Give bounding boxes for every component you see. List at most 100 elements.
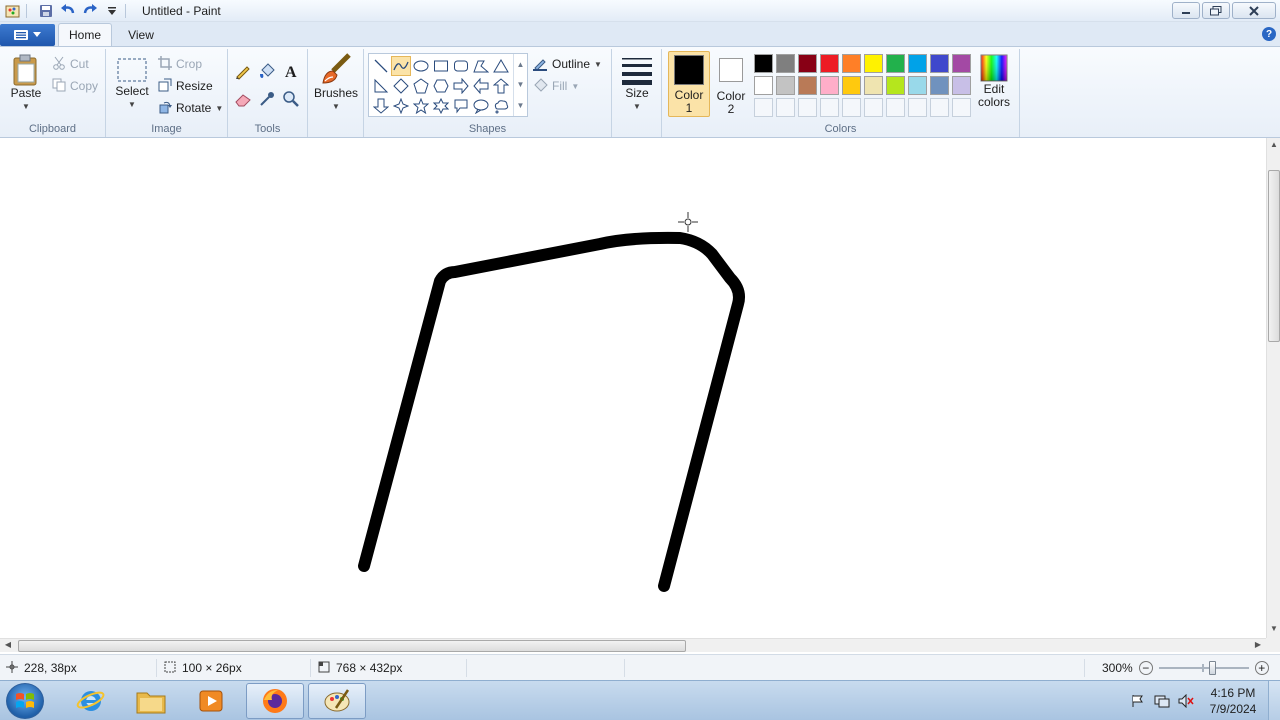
scroll-left-arrow-icon[interactable]: ◀ — [2, 640, 14, 652]
crop-button[interactable]: Crop — [158, 55, 202, 73]
paint-taskbar-button[interactable] — [308, 683, 366, 719]
media-player-taskbar-button[interactable] — [182, 683, 240, 719]
custom-color-slot[interactable] — [952, 98, 971, 117]
cut-button[interactable]: Cut — [52, 55, 89, 73]
close-button[interactable] — [1232, 2, 1276, 19]
zoom-in-icon[interactable]: + — [1254, 661, 1269, 675]
diamond-shape-icon[interactable] — [391, 76, 411, 96]
size-button[interactable]: Size ▼ — [618, 53, 656, 113]
palette-color-swatch[interactable] — [842, 76, 861, 95]
five-point-star-shape-icon[interactable] — [411, 96, 431, 116]
zoom-slider-thumb[interactable] — [1208, 661, 1216, 675]
vertical-scroll-thumb[interactable] — [1268, 170, 1280, 342]
fill-button[interactable]: Fill ▼ — [532, 77, 579, 95]
paste-dropdown-icon[interactable]: ▼ — [22, 100, 30, 113]
custom-color-slot[interactable] — [842, 98, 861, 117]
select-dropdown-icon[interactable]: ▼ — [128, 98, 136, 111]
redo-icon[interactable] — [81, 2, 99, 20]
color-1-button[interactable]: Color 1 — [668, 51, 710, 117]
palette-color-swatch[interactable] — [886, 54, 905, 73]
palette-color-swatch[interactable] — [842, 54, 861, 73]
text-tool-icon[interactable]: A — [280, 61, 302, 81]
palette-color-swatch[interactable] — [776, 54, 795, 73]
tab-home[interactable]: Home — [58, 23, 112, 46]
polygon-shape-icon[interactable] — [471, 56, 491, 76]
horizontal-scroll-thumb[interactable] — [18, 640, 686, 652]
rounded-callout-shape-icon[interactable] — [451, 96, 471, 116]
fill-bucket-icon[interactable] — [256, 61, 278, 81]
rotate-dropdown-icon[interactable]: ▼ — [215, 104, 223, 113]
size-dropdown-icon[interactable]: ▼ — [633, 100, 641, 113]
minimize-button[interactable] — [1172, 2, 1200, 19]
palette-color-swatch[interactable] — [776, 76, 795, 95]
palette-color-swatch[interactable] — [952, 76, 971, 95]
brushes-button[interactable]: Brushes ▼ — [314, 53, 358, 113]
vertical-scrollbar[interactable]: ▲ ▼ — [1266, 138, 1280, 638]
down-arrow-shape-icon[interactable] — [371, 96, 391, 116]
palette-color-swatch[interactable] — [930, 54, 949, 73]
paint-app-icon[interactable] — [4, 2, 22, 20]
palette-color-swatch[interactable] — [754, 54, 773, 73]
resize-button[interactable]: Resize — [158, 77, 213, 95]
palette-color-swatch[interactable] — [820, 76, 839, 95]
palette-color-swatch[interactable] — [798, 76, 817, 95]
palette-color-swatch[interactable] — [908, 76, 927, 95]
copy-button[interactable]: Copy — [52, 77, 98, 95]
internet-explorer-taskbar-button[interactable] — [62, 683, 120, 719]
custom-color-slot[interactable] — [864, 98, 883, 117]
right-arrow-shape-icon[interactable] — [451, 76, 471, 96]
custom-color-slot[interactable] — [798, 98, 817, 117]
fill-dropdown-icon[interactable]: ▼ — [571, 82, 579, 91]
pentagon-shape-icon[interactable] — [411, 76, 431, 96]
file-explorer-taskbar-button[interactable] — [122, 683, 180, 719]
scroll-down-arrow-icon[interactable]: ▼ — [1268, 624, 1280, 636]
palette-color-swatch[interactable] — [930, 76, 949, 95]
scroll-up-arrow-icon[interactable]: ▲ — [1268, 140, 1280, 152]
cloud-callout-shape-icon[interactable] — [491, 96, 511, 116]
right-triangle-shape-icon[interactable] — [371, 76, 391, 96]
show-desktop-button[interactable] — [1268, 681, 1280, 720]
select-button[interactable]: Select ▼ — [112, 57, 152, 111]
custom-color-slot[interactable] — [776, 98, 795, 117]
hexagon-shape-icon[interactable] — [431, 76, 451, 96]
scroll-right-arrow-icon[interactable]: ▶ — [1252, 640, 1264, 652]
left-arrow-shape-icon[interactable] — [471, 76, 491, 96]
palette-color-swatch[interactable] — [952, 54, 971, 73]
palette-color-swatch[interactable] — [798, 54, 817, 73]
palette-color-swatch[interactable] — [908, 54, 927, 73]
rotate-button[interactable]: Rotate ▼ — [158, 99, 223, 117]
custom-color-slot[interactable] — [886, 98, 905, 117]
up-arrow-shape-icon[interactable] — [491, 76, 511, 96]
zoom-out-icon[interactable]: − — [1138, 661, 1153, 675]
custom-color-slot[interactable] — [930, 98, 949, 117]
six-point-star-shape-icon[interactable] — [431, 96, 451, 116]
outline-dropdown-icon[interactable]: ▼ — [594, 60, 602, 69]
scroll-up-icon[interactable]: ▲ — [517, 60, 525, 69]
tab-view[interactable]: View — [118, 23, 164, 46]
palette-color-swatch[interactable] — [754, 76, 773, 95]
custom-color-slot[interactable] — [820, 98, 839, 117]
edit-colors-button[interactable]: Edit colors — [974, 53, 1014, 109]
oval-shape-icon[interactable] — [411, 56, 431, 76]
start-button[interactable] — [6, 683, 44, 719]
customize-quick-access-icon[interactable] — [103, 2, 121, 20]
zoom-slider[interactable] — [1158, 661, 1249, 675]
custom-color-slot[interactable] — [754, 98, 773, 117]
paste-button[interactable]: Paste ▼ — [6, 53, 46, 113]
palette-color-swatch[interactable] — [886, 76, 905, 95]
palette-color-swatch[interactable] — [864, 54, 883, 73]
rectangle-shape-icon[interactable] — [431, 56, 451, 76]
palette-color-swatch[interactable] — [864, 76, 883, 95]
color-2-button[interactable]: Color 2 — [710, 51, 752, 117]
action-center-flag-icon[interactable] — [1126, 694, 1150, 708]
custom-color-slot[interactable] — [908, 98, 927, 117]
magnifier-icon[interactable] — [280, 89, 302, 109]
help-icon[interactable]: ? — [1262, 27, 1276, 41]
line-shape-icon[interactable] — [371, 56, 391, 76]
scroll-down-icon[interactable]: ▼ — [517, 80, 525, 89]
save-icon[interactable] — [37, 2, 55, 20]
clock[interactable]: 4:16 PM 7/9/2024 — [1198, 685, 1268, 717]
color-picker-icon[interactable] — [256, 89, 278, 109]
network-icon[interactable] — [1150, 694, 1174, 708]
eraser-icon[interactable] — [232, 89, 254, 109]
